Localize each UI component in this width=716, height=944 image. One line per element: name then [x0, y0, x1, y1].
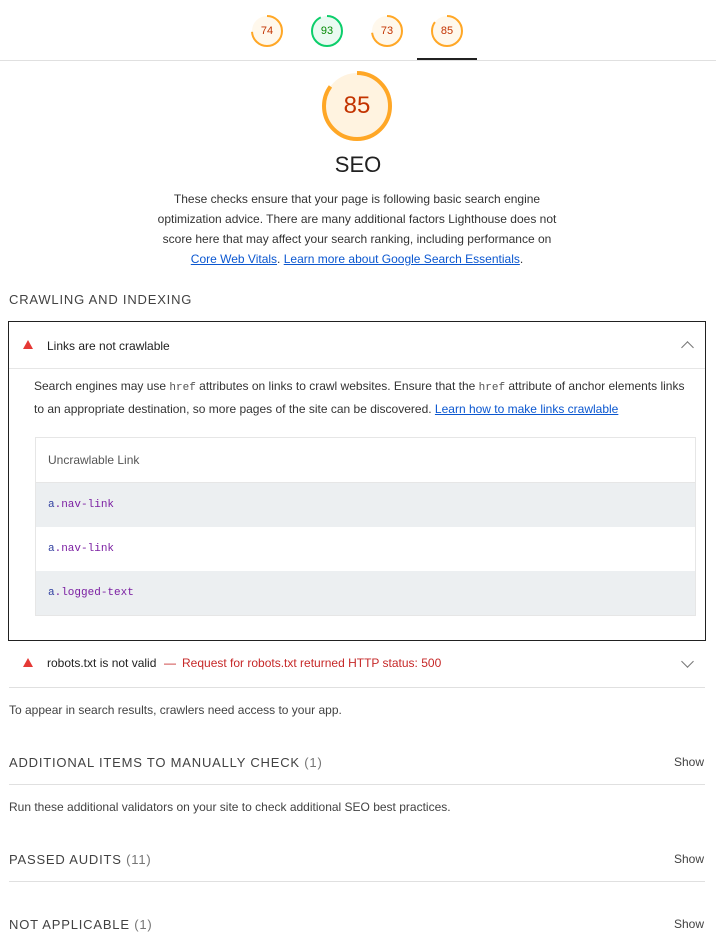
end-punctuation: . — [519, 252, 524, 266]
audit-description: Search engines may use href attributes o… — [34, 376, 690, 420]
table-row[interactable]: a.nav-link — [36, 527, 695, 571]
table-header: Uncrawlable Link — [36, 438, 695, 483]
seo-score: 85 — [440, 25, 454, 37]
search-essentials-link[interactable]: Learn more about Google Search Essential… — [284, 252, 520, 266]
manual-note: Run these additional validators on your … — [9, 800, 451, 814]
node-tag: a — [48, 499, 55, 511]
na-show-button[interactable]: Show — [674, 917, 704, 931]
manual-show-button[interactable]: Show — [674, 755, 704, 769]
href-code: href — [169, 382, 196, 394]
manual-count: (1) — [304, 755, 323, 770]
href-code: href — [478, 382, 506, 394]
category-description: These checks ensure that your page is fo… — [150, 189, 564, 269]
not-applicable-heading[interactable]: NOT APPLICABLE (1) — [9, 917, 153, 932]
table-row[interactable]: a.logged-text — [36, 571, 695, 615]
robots-audit-dash: — — [164, 656, 176, 670]
accessibility-score-gauge[interactable]: 93 — [310, 14, 344, 48]
description-text: These checks ensure that your page is fo… — [157, 192, 557, 246]
fail-triangle-icon — [23, 340, 33, 349]
node-selector: .nav-link — [54, 499, 115, 511]
best-practices-score-gauge[interactable]: 73 — [370, 14, 404, 48]
uncrawlable-links-table: Uncrawlable Link a.nav-link a.nav-link a… — [35, 437, 696, 616]
crawling-section-heading: CRAWLING AND INDEXING — [9, 292, 193, 307]
robots-audit-message: Request for robots.txt returned HTTP sta… — [182, 656, 442, 670]
seo-main-gauge: 85 — [320, 69, 394, 143]
core-web-vitals-link[interactable]: Core Web Vitals — [191, 252, 277, 266]
fail-triangle-icon — [23, 658, 33, 667]
na-label: NOT APPLICABLE — [9, 917, 130, 932]
na-count: (1) — [134, 917, 153, 932]
passed-count: (11) — [126, 852, 152, 867]
chevron-up-icon[interactable] — [681, 341, 694, 354]
seo-main-score: 85 — [343, 92, 371, 119]
passed-show-button[interactable]: Show — [674, 852, 704, 866]
divider — [9, 687, 705, 688]
desc-part: Search engines may use — [34, 379, 170, 393]
desc-part: attributes on links to crawl websites. E… — [195, 379, 479, 393]
crawling-note: To appear in search results, crawlers ne… — [9, 703, 342, 717]
performance-score: 74 — [260, 25, 274, 37]
audit-header[interactable]: Links are not crawlable — [9, 322, 705, 369]
score-tabs: 74 93 73 85 — [0, 0, 716, 61]
chevron-down-icon[interactable] — [681, 655, 694, 668]
passed-audits-heading[interactable]: PASSED AUDITS (11) — [9, 852, 152, 867]
performance-score-gauge[interactable]: 74 — [250, 14, 284, 48]
passed-label: PASSED AUDITS — [9, 852, 122, 867]
category-title: SEO — [334, 152, 382, 177]
robots-audit-title: robots.txt is not valid — [47, 656, 157, 670]
table-row[interactable]: a.nav-link — [36, 483, 695, 527]
node-selector: .logged-text — [54, 587, 134, 599]
link-separator: . — [277, 252, 284, 266]
learn-crawlable-link[interactable]: Learn how to make links crawlable — [435, 402, 618, 416]
manual-label: ADDITIONAL ITEMS TO MANUALLY CHECK — [9, 755, 300, 770]
audit-title: Links are not crawlable — [47, 339, 170, 353]
node-tag: a — [48, 543, 55, 555]
seo-score-gauge[interactable]: 85 — [430, 14, 464, 48]
active-tab-indicator — [417, 58, 477, 60]
best-practices-score: 73 — [380, 25, 394, 37]
divider — [9, 784, 705, 785]
node-selector: .nav-link — [54, 543, 115, 555]
manual-checks-heading[interactable]: ADDITIONAL ITEMS TO MANUALLY CHECK (1) — [9, 755, 323, 770]
links-not-crawlable-audit: Links are not crawlable Search engines m… — [8, 321, 706, 641]
divider — [9, 881, 705, 882]
accessibility-score: 93 — [320, 25, 334, 37]
node-tag: a — [48, 587, 55, 599]
